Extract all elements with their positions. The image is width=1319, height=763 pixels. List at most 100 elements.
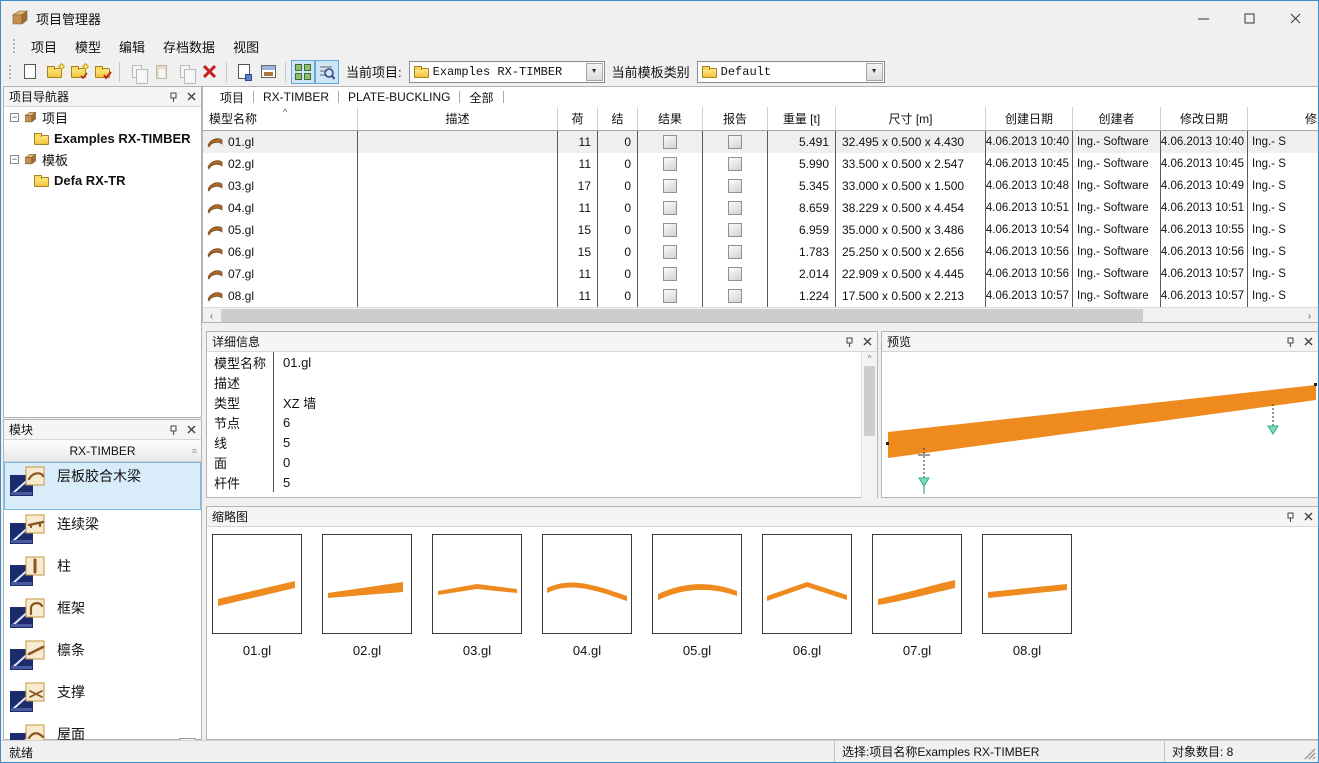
resize-grip[interactable] <box>1303 747 1317 761</box>
tab-all[interactable]: 全部 <box>460 89 502 106</box>
table-row[interactable]: 01.gl 11 0 5.491 32.495 x 0.500 x 4.430 … <box>203 131 1318 153</box>
column-header-description[interactable]: 描述 <box>358 107 558 130</box>
scroll-up-icon[interactable]: ^ <box>862 354 877 363</box>
column-header-loads[interactable]: 荷 <box>558 107 598 130</box>
minimize-button[interactable] <box>1180 1 1226 35</box>
collapse-icon[interactable]: − <box>10 113 19 122</box>
close-panel-icon[interactable] <box>863 337 872 346</box>
menu-archive-data[interactable]: 存档数据 <box>154 35 224 58</box>
report-checkbox[interactable] <box>728 267 742 281</box>
menu-project[interactable]: 项目 <box>22 35 66 58</box>
column-header-size[interactable]: 尺寸 [m] <box>836 107 986 130</box>
table-row[interactable]: 06.gl 15 0 1.783 25.250 x 0.500 x 2.656 … <box>203 241 1318 263</box>
dropdown-arrow-icon[interactable]: ▼ <box>586 63 603 81</box>
close-panel-icon[interactable] <box>187 92 196 101</box>
thumbnail-item[interactable]: 01.gl <box>212 534 302 658</box>
menu-view[interactable]: 视图 <box>224 35 268 58</box>
paste-model-button[interactable] <box>232 60 256 84</box>
menu-model[interactable]: 模型 <box>66 35 110 58</box>
maximize-button[interactable] <box>1226 1 1272 35</box>
thumbnail-item[interactable]: 06.gl <box>762 534 852 658</box>
scroll-right-icon[interactable]: › <box>1301 308 1318 323</box>
close-panel-icon[interactable] <box>1304 337 1313 346</box>
column-header-modified[interactable]: 修改日期 <box>1161 107 1248 130</box>
results-checkbox[interactable] <box>663 179 677 193</box>
dropdown-arrow-icon[interactable]: ▼ <box>866 63 883 81</box>
module-item-purlin[interactable]: 檩条 <box>4 636 201 678</box>
table-row[interactable]: 08.gl 11 0 1.224 17.500 x 0.500 x 2.213 … <box>203 285 1318 307</box>
menu-edit[interactable]: 编辑 <box>110 35 154 58</box>
tree-node-projects[interactable]: − 项目 <box>4 107 201 128</box>
results-checkbox[interactable] <box>663 267 677 281</box>
tab-project[interactable]: 项目 <box>211 89 253 106</box>
template-category-select[interactable]: Default ▼ <box>697 61 885 83</box>
thumbnail-item[interactable]: 08.gl <box>982 534 1072 658</box>
column-header-created[interactable]: 创建日期 <box>986 107 1073 130</box>
report-checkbox[interactable] <box>728 201 742 215</box>
thumbnail-item[interactable]: 02.gl <box>322 534 412 658</box>
thumbnail-item[interactable]: 03.gl <box>432 534 522 658</box>
column-header-results[interactable]: 结果 <box>638 107 703 130</box>
horizontal-scrollbar[interactable]: ‹ › <box>203 307 1318 323</box>
tab-plate-buckling[interactable]: PLATE-BUCKLING <box>339 90 459 104</box>
table-row[interactable]: 03.gl 17 0 5.345 33.000 x 0.500 x 1.500 … <box>203 175 1318 197</box>
results-checkbox[interactable] <box>663 135 677 149</box>
pin-icon[interactable] <box>1286 512 1295 522</box>
column-header-struct[interactable]: 结 <box>598 107 638 130</box>
column-header-report[interactable]: 报告 <box>703 107 768 130</box>
thumbnail-view-toggle[interactable] <box>291 60 315 84</box>
new-model-button[interactable] <box>18 60 42 84</box>
results-checkbox[interactable] <box>663 223 677 237</box>
module-item-continuous-beam[interactable]: 连续梁 <box>4 510 201 552</box>
current-project-select[interactable]: Examples RX-TIMBER ▼ <box>409 61 605 83</box>
module-item-brace[interactable]: 支撑 <box>4 678 201 720</box>
pin-icon[interactable] <box>1286 337 1295 347</box>
column-header-model-name[interactable]: 模型名称 <box>203 107 358 130</box>
table-row[interactable]: 02.gl 11 0 5.990 33.500 x 0.500 x 2.547 … <box>203 153 1318 175</box>
pin-icon[interactable] <box>169 425 178 435</box>
detail-view-toggle[interactable] <box>315 60 339 84</box>
tree-item-examples-rx-timber[interactable]: Examples RX-TIMBER <box>4 128 201 149</box>
close-panel-icon[interactable] <box>1304 512 1313 521</box>
report-checkbox[interactable] <box>728 245 742 259</box>
toolbar-grip[interactable] <box>9 65 12 79</box>
results-checkbox[interactable] <box>663 201 677 215</box>
module-group-rx-timber[interactable]: RX-TIMBER ≡ <box>4 440 201 462</box>
close-button[interactable] <box>1272 1 1318 35</box>
report-checkbox[interactable] <box>728 157 742 171</box>
new-project-button[interactable] <box>42 60 66 84</box>
module-item-frame[interactable]: 框架 <box>4 594 201 636</box>
tree-node-templates[interactable]: − 模板 <box>4 149 201 170</box>
module-item-column[interactable]: 柱 <box>4 552 201 594</box>
table-row[interactable]: 07.gl 11 0 2.014 22.909 x 0.500 x 4.445 … <box>203 263 1318 285</box>
scrollbar-thumb[interactable] <box>221 309 1143 323</box>
close-panel-icon[interactable] <box>187 425 196 434</box>
pin-icon[interactable] <box>169 92 178 102</box>
pin-icon[interactable] <box>845 337 854 347</box>
scrollbar-thumb[interactable] <box>864 366 875 436</box>
report-checkbox[interactable] <box>728 179 742 193</box>
report-checkbox[interactable] <box>728 223 742 237</box>
column-header-modifier[interactable]: 修改者 <box>1248 107 1319 130</box>
archive-table-button[interactable] <box>256 60 280 84</box>
tree-item-default-template[interactable]: Defa RX-TR <box>4 170 201 191</box>
collapse-icon[interactable]: − <box>10 155 19 164</box>
scroll-left-icon[interactable]: ‹ <box>203 308 220 323</box>
report-checkbox[interactable] <box>728 289 742 303</box>
open-project-button[interactable] <box>66 60 90 84</box>
tab-rx-timber[interactable]: RX-TIMBER <box>254 90 338 104</box>
results-checkbox[interactable] <box>663 245 677 259</box>
menubar-grip[interactable] <box>13 39 16 53</box>
details-scrollbar[interactable]: ^ <box>861 352 877 498</box>
copy-button[interactable] <box>125 60 149 84</box>
results-checkbox[interactable] <box>663 157 677 171</box>
column-header-weight[interactable]: 重量 [t] <box>768 107 836 130</box>
results-checkbox[interactable] <box>663 289 677 303</box>
column-header-creator[interactable]: 创建者 <box>1073 107 1161 130</box>
table-row[interactable]: 04.gl 11 0 8.659 38.229 x 0.500 x 4.454 … <box>203 197 1318 219</box>
thumbnail-item[interactable]: 07.gl <box>872 534 962 658</box>
thumbnail-item[interactable]: 04.gl <box>542 534 632 658</box>
paste-button[interactable] <box>149 60 173 84</box>
report-checkbox[interactable] <box>728 135 742 149</box>
thumbnail-item[interactable]: 05.gl <box>652 534 742 658</box>
